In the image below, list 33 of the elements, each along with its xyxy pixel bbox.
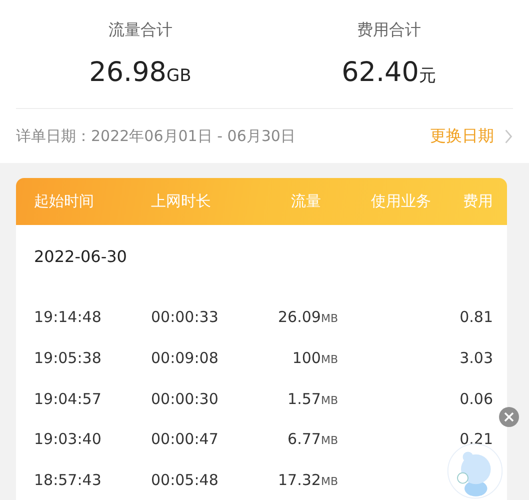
- table-cell: 3.03: [460, 349, 493, 368]
- column-header: 费用: [462, 192, 494, 211]
- table-cell: 0.06: [460, 390, 493, 408]
- change-date-link[interactable]: 更换日期: [430, 126, 494, 146]
- summary-value: 26.98GB: [89, 57, 192, 88]
- table-cell-text: 00:00:33: [150, 308, 220, 326]
- summary-value: 62.40元: [342, 57, 436, 88]
- table-cell-text: 00:05:48: [150, 471, 220, 490]
- column-header: 使用业务: [370, 192, 432, 211]
- close-icon[interactable]: [499, 407, 519, 427]
- table-cell-text: 19:05:38: [33, 349, 102, 368]
- table-cell-text: 1.57MB: [286, 390, 338, 408]
- table-cell-text: 18:57:43: [33, 471, 102, 490]
- table-cell-text: 100MB: [291, 349, 338, 368]
- table-cell-text: 00:00:30: [150, 390, 220, 408]
- table-cell-text: 6.77MB: [286, 430, 338, 448]
- column-header: 流量: [290, 192, 322, 211]
- summary-label: 流量合计: [108, 20, 172, 41]
- table-cell-text: 00:00:47: [150, 430, 220, 448]
- group-date: 2022-06-30: [33, 246, 128, 268]
- summary-label: 费用合计: [356, 20, 421, 41]
- table-cell-text: 19:03:40: [33, 430, 102, 448]
- column-header: 上网时长: [150, 192, 212, 211]
- table-cell: 0.21: [460, 430, 493, 448]
- chevron-right-icon: [504, 128, 513, 144]
- table-cell-text: 17.32 MB: [277, 471, 338, 490]
- table-cell-text: 19:04:57: [33, 390, 102, 408]
- date-range-text: 详单日期：2022年06月01日 - 06月30日: [16, 126, 296, 146]
- table-cell: 0.81: [460, 308, 493, 326]
- table-cell-text: 26.09MB: [277, 308, 338, 326]
- table-cell-text: 19:14:48: [33, 308, 102, 326]
- column-header: 起始时间: [33, 192, 95, 211]
- table-cell-text: 00:09:08: [150, 349, 220, 368]
